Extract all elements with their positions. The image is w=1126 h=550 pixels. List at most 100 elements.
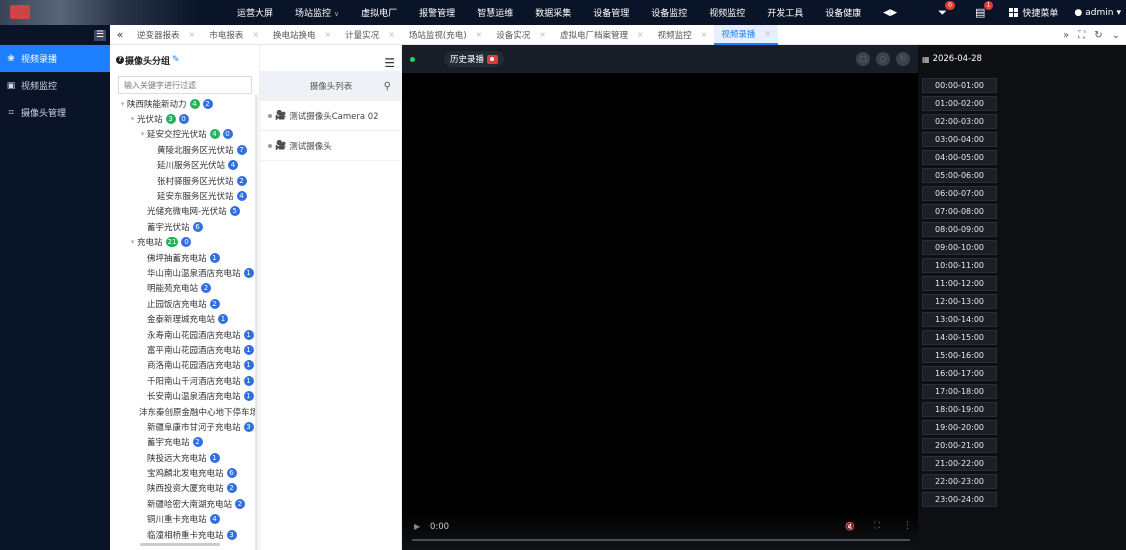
time-slot-button[interactable]: 17:00-18:00 xyxy=(922,384,997,399)
time-slot-button[interactable]: 05:00-06:00 xyxy=(922,168,997,183)
tree-scrollbar[interactable] xyxy=(255,95,258,550)
time-slot-button[interactable]: 03:00-04:00 xyxy=(922,132,997,147)
time-slot-button[interactable]: 08:00-09:00 xyxy=(922,222,997,237)
tree-node[interactable]: 延川服务区光伏站 4 xyxy=(110,158,258,173)
tree-node[interactable]: 沣东秦创原金融中心地下停车场 xyxy=(110,404,258,419)
tree-node[interactable]: 新疆哈密大南湖充电站 2 xyxy=(110,496,258,511)
top-nav-item[interactable]: 视频监控 xyxy=(698,6,756,19)
tree-node[interactable]: 黄陵北服务区光伏站 7 xyxy=(110,142,258,157)
top-nav-item[interactable]: 场站监控 ∨ xyxy=(284,6,350,19)
sidebar-collapse-icon[interactable]: ☰ xyxy=(94,29,106,41)
tree-node[interactable]: 永寿南山花园酒店充电站 1 xyxy=(110,327,258,342)
tree-node[interactable]: 蓄宇充电站 2 xyxy=(110,435,258,450)
top-nav-item[interactable]: 智慧运维 xyxy=(466,6,524,19)
tab[interactable]: 视频录播 × xyxy=(714,24,779,45)
time-slot-button[interactable]: 13:00-14:00 xyxy=(922,312,997,327)
time-slot-button[interactable]: 00:00-01:00 xyxy=(922,78,997,93)
top-nav-item[interactable]: 虚拟电厂 xyxy=(350,6,408,19)
search-icon[interactable]: ⚲ xyxy=(384,81,391,92)
close-icon[interactable]: × xyxy=(701,30,708,39)
bell-icon[interactable]: ⏷ 0 xyxy=(938,0,955,20)
tree-node[interactable]: 临潼相桥重卡充电站 3 xyxy=(110,527,258,541)
time-slot-button[interactable]: 11:00-12:00 xyxy=(922,276,997,291)
live-indicator[interactable] xyxy=(410,53,438,65)
tab[interactable]: 设备实况 × xyxy=(489,25,553,45)
fullscreen-icon[interactable]: ⛶ xyxy=(874,521,880,531)
tab[interactable]: 虚拟电厂档案管理 × xyxy=(553,25,651,45)
quick-menu-button[interactable]: 快捷菜单 xyxy=(1009,6,1058,19)
caret-down-icon[interactable]: ▾ xyxy=(118,100,127,108)
close-icon[interactable]: × xyxy=(764,29,771,38)
history-playback-button[interactable]: 历史录播 xyxy=(444,51,505,67)
tree-node[interactable]: 陕投远大充电站 1 xyxy=(110,450,258,465)
close-icon[interactable]: × xyxy=(539,30,546,39)
help-icon[interactable]: ? xyxy=(116,56,124,64)
tree-node[interactable]: 延安东服务区光伏站 4 xyxy=(110,188,258,203)
play-icon[interactable]: ▶ xyxy=(414,522,420,531)
user-menu-button[interactable]: ● admin ▾ xyxy=(1074,8,1121,18)
tree-node[interactable]: 佛坪抽蓄充电站 1 xyxy=(110,250,258,265)
more-icon[interactable]: ⋮ xyxy=(903,521,912,531)
time-slot-button[interactable]: 04:00-05:00 xyxy=(922,150,997,165)
top-nav-item[interactable]: 数据采集 xyxy=(524,6,582,19)
caret-down-icon[interactable]: ▾ xyxy=(128,238,137,246)
time-slot-button[interactable]: 02:00-03:00 xyxy=(922,114,997,129)
time-slot-button[interactable]: 12:00-13:00 xyxy=(922,294,997,309)
top-nav-item[interactable]: 设备健康 xyxy=(814,6,872,19)
progress-bar[interactable] xyxy=(412,539,910,541)
tree-node[interactable]: 宝鸡麟北发电充电站 6 xyxy=(110,465,258,480)
close-icon[interactable]: × xyxy=(324,30,331,39)
tree-node[interactable]: 新疆阜康市甘河子充电站 3 xyxy=(110,419,258,434)
top-nav-item[interactable]: 设备管理 xyxy=(582,6,640,19)
top-nav-item[interactable]: 开发工具 xyxy=(756,6,814,19)
time-slot-button[interactable]: 16:00-17:00 xyxy=(922,366,997,381)
time-slot-button[interactable]: 18:00-19:00 xyxy=(922,402,997,417)
list-menu-icon[interactable]: ☰ xyxy=(384,56,395,70)
logo[interactable] xyxy=(0,0,200,25)
tree-node[interactable]: ▾ 延安交控光伏站 4 0 xyxy=(110,127,258,142)
mute-icon[interactable]: 🔇 xyxy=(845,522,855,531)
tab-scroll-right-icon[interactable]: » xyxy=(1063,30,1069,41)
tab-scroll-left-icon[interactable]: « xyxy=(110,28,130,41)
caret-down-icon[interactable]: ▾ xyxy=(128,115,137,123)
tree-node[interactable]: 止园饭店充电站 2 xyxy=(110,296,258,311)
top-nav-item[interactable]: 报警管理 xyxy=(408,6,466,19)
tree-node[interactable]: 明能苑充电站 2 xyxy=(110,281,258,296)
document-icon[interactable]: ▤ 1 xyxy=(975,1,994,19)
tab[interactable]: 场站监视(充电) × xyxy=(402,25,489,45)
tree-node[interactable]: 富平南山花园酒店充电站 1 xyxy=(110,342,258,357)
time-slot-button[interactable]: 01:00-02:00 xyxy=(922,96,997,111)
sidebar-item[interactable]: ❀ 视频录播 xyxy=(0,45,110,72)
close-icon[interactable]: × xyxy=(252,30,259,39)
tree-node[interactable]: 商洛南山花园酒店充电站 1 xyxy=(110,358,258,373)
chevron-down-icon[interactable]: ⌄ xyxy=(1112,30,1120,41)
tab[interactable]: 视频监控 × xyxy=(651,25,715,45)
top-nav-item[interactable]: 运营大屏 xyxy=(226,6,284,19)
tab[interactable]: 逆变器报表 × xyxy=(130,25,202,45)
tree-node[interactable]: 铜川重卡充电站 4 xyxy=(110,512,258,527)
fullscreen-icon[interactable]: ⛶ xyxy=(1078,30,1085,41)
tree-node[interactable]: 张村驿服务区光伏站 2 xyxy=(110,173,258,188)
time-slot-button[interactable]: 14:00-15:00 xyxy=(922,330,997,345)
tree-horizontal-scrollbar[interactable] xyxy=(140,543,220,546)
date-picker[interactable]: ▦ 2026-04-28 xyxy=(918,45,1126,73)
time-slot-button[interactable]: 06:00-07:00 xyxy=(922,186,997,201)
tree-node[interactable]: 华山南山温泉酒店充电站 1 xyxy=(110,265,258,280)
edit-icon[interactable]: ✎ xyxy=(172,55,180,65)
tree-node[interactable]: 千阳南山千河酒店充电站 1 xyxy=(110,373,258,388)
time-slot-button[interactable]: 09:00-10:00 xyxy=(922,240,997,255)
close-icon[interactable]: × xyxy=(637,30,644,39)
caret-down-icon[interactable]: ▾ xyxy=(138,130,147,138)
time-slot-button[interactable]: 20:00-21:00 xyxy=(922,438,997,453)
reload-icon[interactable]: ↻ xyxy=(896,52,910,66)
tree-node[interactable]: 蓄宇光伏站 6 xyxy=(110,219,258,234)
tree-node[interactable]: 光储充微电网-光伏站 5 xyxy=(110,204,258,219)
settings-icon[interactable]: ○ xyxy=(876,52,890,66)
top-nav-item[interactable]: 设备监控 xyxy=(640,6,698,19)
time-slot-button[interactable]: 23:00-24:00 xyxy=(922,492,997,507)
time-slot-button[interactable]: 07:00-08:00 xyxy=(922,204,997,219)
time-slot-button[interactable]: 22:00-23:00 xyxy=(922,474,997,489)
tab[interactable]: 市电报表 × xyxy=(202,25,266,45)
camera-list-item[interactable]: 🎥 测试摄像头 xyxy=(260,131,402,161)
tab[interactable]: 换电站换电 × xyxy=(266,25,338,45)
